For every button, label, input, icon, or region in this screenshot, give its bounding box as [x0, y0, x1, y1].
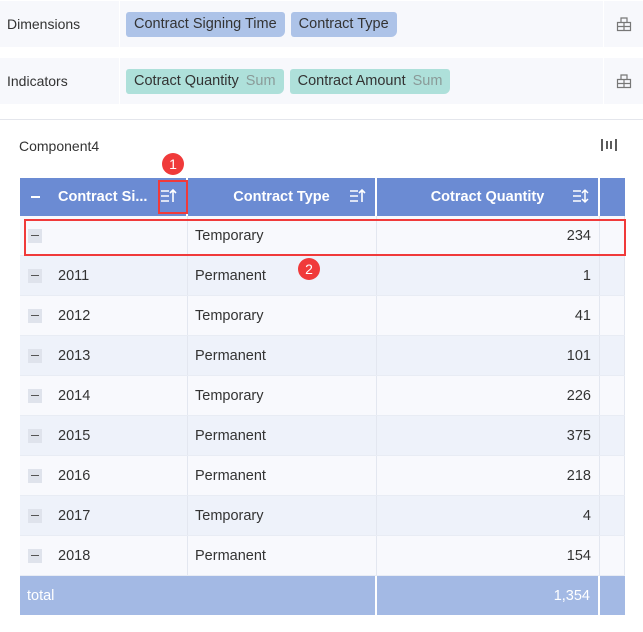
cell-signing-time: 2012	[20, 296, 188, 335]
annotation-box-row	[24, 219, 626, 256]
header-spacer	[600, 178, 625, 216]
dimension-chip-signing-time[interactable]: Contract Signing Time	[126, 11, 285, 37]
collapse-icon[interactable]	[28, 348, 42, 363]
lock-icon	[616, 17, 631, 32]
cell-quantity: 154	[377, 536, 600, 575]
indicators-label: Indicators	[0, 58, 120, 104]
chip-agg: Sum	[412, 73, 443, 89]
cell-text: 2012	[58, 307, 91, 324]
cell-contract-type: Permanent	[188, 336, 377, 375]
annotation-box-sort	[158, 180, 188, 214]
dimensions-label: Dimensions	[0, 1, 120, 47]
cell-spacer	[600, 336, 625, 375]
cell-text: 2011	[58, 267, 90, 284]
cell-signing-time: 2017	[20, 496, 188, 535]
cell-contract-type: Permanent	[188, 536, 377, 575]
component-title: Component4	[19, 138, 100, 154]
cell-quantity: 41	[377, 296, 600, 335]
dimensions-lock-button[interactable]	[603, 1, 643, 47]
table-row[interactable]: 2016 Permanent 218	[20, 456, 625, 496]
header-quantity[interactable]: Cotract Quantity	[377, 178, 600, 216]
column-settings-button[interactable]	[600, 137, 618, 158]
cell-quantity: 375	[377, 416, 600, 455]
indicators-row: Indicators Cotract Quantity Sum Contract …	[0, 58, 643, 104]
cell-text: 2013	[58, 347, 91, 364]
table-row[interactable]: 2018 Permanent 154	[20, 536, 625, 576]
cell-contract-type: Permanent	[188, 256, 377, 295]
header-label: Contract Type	[233, 189, 330, 205]
cell-spacer	[600, 416, 625, 455]
cell-spacer	[600, 256, 625, 295]
collapse-icon[interactable]	[28, 268, 42, 283]
cell-quantity: 226	[377, 376, 600, 415]
cell-spacer	[600, 536, 625, 575]
cell-spacer	[600, 376, 625, 415]
cell-quantity: 1	[377, 256, 600, 295]
cell-quantity: 101	[377, 336, 600, 375]
divider	[0, 119, 643, 120]
table-row[interactable]: 2017 Temporary 4	[20, 496, 625, 536]
table-header: Contract Si... Contract Type Cotract Qua…	[20, 178, 625, 216]
columns-icon	[601, 139, 617, 151]
cell-text: 2016	[58, 467, 91, 484]
collapse-icon[interactable]	[28, 468, 42, 483]
cell-contract-type: Temporary	[188, 496, 377, 535]
indicator-chip-quantity[interactable]: Cotract Quantity Sum	[126, 68, 284, 94]
cell-contract-type: Temporary	[188, 376, 377, 415]
header-contract-type[interactable]: Contract Type	[188, 178, 377, 216]
collapse-icon[interactable]	[28, 388, 42, 403]
dimensions-row: Dimensions Contract Signing Time Contrac…	[0, 1, 643, 47]
cell-text: 2018	[58, 547, 91, 564]
collapse-icon[interactable]	[28, 428, 42, 443]
table-row[interactable]: 2015 Permanent 375	[20, 416, 625, 456]
chip-name: Cotract Quantity	[134, 73, 239, 89]
cell-signing-time: 2016	[20, 456, 188, 495]
cell-signing-time: 2018	[20, 536, 188, 575]
chip-name: Contract Amount	[297, 73, 406, 89]
header-label: Contract Si...	[58, 189, 148, 205]
cell-quantity: 4	[377, 496, 600, 535]
table-row[interactable]: 2013 Permanent 101	[20, 336, 625, 376]
indicator-chip-amount[interactable]: Contract Amount Sum	[289, 68, 451, 94]
annotation-badge-2: 2	[298, 258, 320, 280]
cell-spacer	[600, 296, 625, 335]
cell-text: 2017	[58, 507, 91, 524]
sort-icon[interactable]	[572, 188, 590, 204]
header-label: Cotract Quantity	[430, 189, 545, 205]
total-value: 1,354	[377, 576, 600, 615]
cell-text: 2015	[58, 427, 91, 444]
collapse-icon[interactable]	[28, 548, 42, 563]
cell-signing-time: 2014	[20, 376, 188, 415]
table-row[interactable]: 2011 Permanent 1	[20, 256, 625, 296]
table-row[interactable]: 2014 Temporary 226	[20, 376, 625, 416]
total-label: total	[20, 576, 377, 615]
table-row[interactable]: 2012 Temporary 41	[20, 296, 625, 336]
sort-ascending-icon[interactable]	[349, 188, 367, 204]
indicators-lock-button[interactable]	[603, 58, 643, 104]
cell-spacer	[600, 496, 625, 535]
cell-contract-type: Permanent	[188, 416, 377, 455]
collapse-all-icon[interactable]	[28, 190, 42, 204]
lock-icon	[616, 74, 631, 89]
cell-signing-time: 2013	[20, 336, 188, 375]
cell-signing-time: 2011	[20, 256, 188, 295]
collapse-icon[interactable]	[28, 308, 42, 323]
cell-quantity: 218	[377, 456, 600, 495]
cell-contract-type: Permanent	[188, 456, 377, 495]
chip-agg: Sum	[245, 73, 276, 89]
cell-spacer	[600, 456, 625, 495]
annotation-badge-1: 1	[162, 153, 184, 175]
collapse-icon[interactable]	[28, 508, 42, 523]
dimension-chip-contract-type[interactable]: Contract Type	[290, 11, 397, 37]
cell-text: 2014	[58, 387, 91, 404]
cell-signing-time: 2015	[20, 416, 188, 455]
cell-contract-type: Temporary	[188, 296, 377, 335]
total-row: total 1,354	[20, 576, 625, 615]
